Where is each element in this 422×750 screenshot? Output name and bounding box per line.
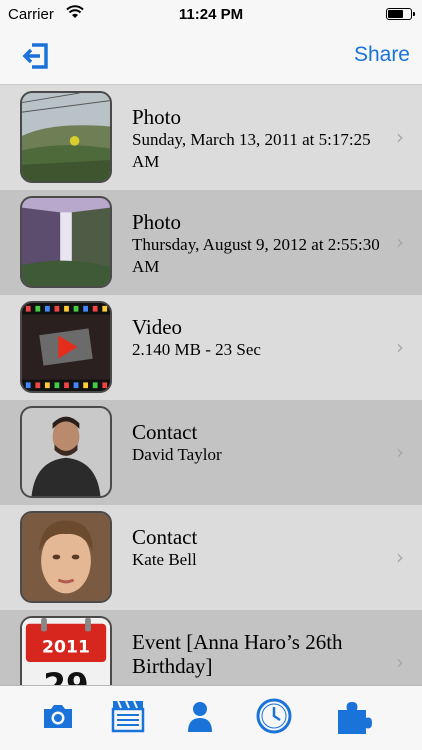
item-title: Photo — [132, 210, 182, 234]
item-title: Event [Anna Haro’s 26th Birthday] — [132, 630, 343, 678]
chevron-right-icon: › — [396, 650, 404, 674]
status-bar: Carrier 11:24 PM — [0, 0, 422, 30]
item-title: Photo — [132, 105, 182, 129]
calendar-year: 2011 — [42, 637, 90, 657]
calendar-day: 29 — [43, 666, 88, 685]
clock-icon[interactable] — [254, 696, 294, 736]
share-button[interactable]: Share — [354, 43, 410, 67]
photo-thumbnail — [20, 91, 112, 183]
contact-avatar — [20, 406, 112, 498]
item-subtitle: David Taylor — [132, 445, 222, 464]
contact-avatar — [20, 511, 112, 603]
calendar-icon: 2011 29 — [20, 616, 112, 685]
tab-bar — [0, 685, 422, 750]
chevron-right-icon: › — [396, 335, 404, 359]
chevron-right-icon: › — [396, 230, 404, 254]
camera-icon[interactable] — [38, 696, 78, 736]
puzzle-icon[interactable] — [334, 696, 374, 736]
chevron-right-icon: › — [396, 545, 404, 569]
chevron-right-icon: › — [396, 125, 404, 149]
battery-icon — [386, 8, 415, 20]
list-item[interactable]: Photo Thursday, August 9, 2012 at 2:55:3… — [0, 190, 422, 295]
item-subtitle: Kate Bell — [132, 550, 197, 569]
item-title: Contact — [132, 420, 198, 444]
list-item[interactable]: Video 2.140 MB - 23 Sec › — [0, 295, 422, 400]
item-subtitle: Sunday, March 13, 2011 at 5:17:25 AM — [132, 130, 371, 171]
item-subtitle: 2.140 MB - 23 Sec — [132, 340, 261, 359]
item-title: Video — [132, 315, 183, 339]
exit-icon[interactable] — [22, 42, 50, 70]
clock-time: 11:24 PM — [178, 6, 244, 23]
person-icon[interactable] — [180, 696, 220, 736]
list-item[interactable]: Contact Kate Bell › — [0, 505, 422, 610]
item-title: Contact — [132, 525, 198, 549]
chevron-right-icon: › — [396, 440, 404, 464]
item-subtitle: Thursday, August 9, 2012 at 2:55:30 AM — [132, 235, 380, 276]
list-item[interactable]: 2011 29 Event [Anna Haro’s 26th Birthday… — [0, 610, 422, 685]
video-thumbnail — [20, 301, 112, 393]
clapperboard-icon[interactable] — [108, 696, 148, 736]
item-list: Photo Sunday, March 13, 2011 at 5:17:25 … — [0, 85, 422, 685]
list-item[interactable]: Contact David Taylor › — [0, 400, 422, 505]
list-item[interactable]: Photo Sunday, March 13, 2011 at 5:17:25 … — [0, 85, 422, 190]
navigation-bar: Share — [0, 30, 422, 85]
photo-thumbnail — [20, 196, 112, 288]
